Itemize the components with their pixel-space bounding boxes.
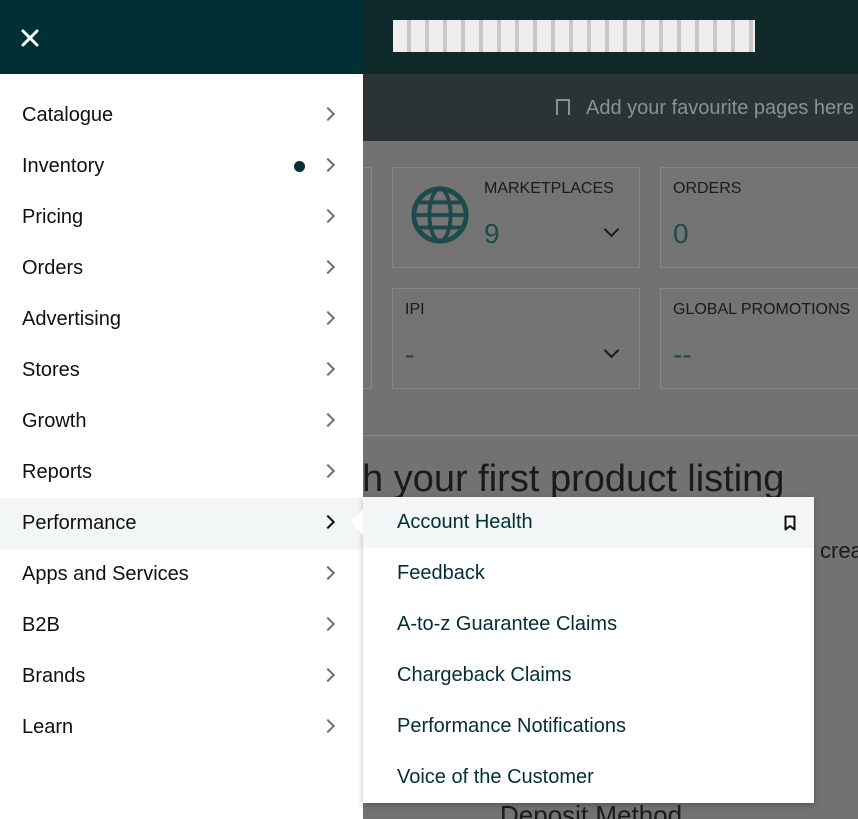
card-label: MARKETPLACES [484, 180, 614, 197]
submenu-item-voice-of-the-customer[interactable]: Voice of the Customer [363, 752, 814, 803]
card-label: GLOBAL PROMOTIONS [673, 301, 851, 318]
chevron-right-icon [320, 157, 336, 173]
chevron-right-icon [320, 514, 336, 530]
menu-item-label: Apps and Services [22, 563, 189, 585]
submenu-item-a-to-z-guarantee-claims[interactable]: A-to-z Guarantee Claims [363, 599, 814, 650]
card-value: 0 [673, 218, 689, 249]
menu-item-orders[interactable]: Orders [0, 243, 363, 294]
menu-item-reports[interactable]: Reports [0, 447, 363, 498]
submenu-item-label: Feedback [397, 562, 485, 584]
chevron-right-icon [320, 718, 336, 734]
card-global-promotions[interactable]: GLOBAL PROMOTIONS -- [660, 288, 858, 389]
menu-item-apps-and-services[interactable]: Apps and Services [0, 549, 363, 600]
submenu-item-label: Voice of the Customer [397, 766, 594, 788]
menu-item-stores[interactable]: Stores [0, 345, 363, 396]
bookmark-icon[interactable] [784, 515, 796, 531]
chevron-down-icon[interactable] [603, 342, 620, 359]
menu-item-label: Catalogue [22, 104, 114, 126]
search-box-redacted [393, 20, 755, 52]
menu-item-growth[interactable]: Growth [0, 396, 363, 447]
submenu-item-chargeback-claims[interactable]: Chargeback Claims [363, 650, 814, 701]
chevron-right-icon [320, 412, 336, 428]
close-icon [21, 29, 39, 47]
menu-item-b2b[interactable]: B2B [0, 600, 363, 651]
chevron-right-icon [320, 310, 336, 326]
chevron-right-icon [320, 259, 336, 275]
chevron-right-icon [320, 361, 336, 377]
submenu-item-label: A-to-z Guarantee Claims [397, 613, 618, 635]
menu-item-label: Orders [22, 257, 84, 279]
menu-item-label: Growth [22, 410, 87, 432]
menu-item-label: Performance [22, 512, 137, 534]
menu-item-brands[interactable]: Brands [0, 651, 363, 702]
menu-item-learn[interactable]: Learn [0, 702, 363, 753]
card-value: -- [673, 339, 692, 370]
navigation-drawer: Catalogue Inventory Pricing Orders Adver… [0, 0, 363, 819]
chevron-right-icon [320, 565, 336, 581]
card-label: IPI [405, 301, 425, 318]
menu-item-label: Reports [22, 461, 93, 483]
card-label: ORDERS [673, 180, 742, 197]
favourites-hint: Add your favourite pages here [556, 97, 854, 120]
menu-item-catalogue[interactable]: Catalogue [0, 90, 363, 141]
chevron-right-icon [320, 616, 336, 632]
chevron-right-icon [320, 463, 336, 479]
menu-item-label: Inventory [22, 155, 105, 177]
submenu-item-performance-notifications[interactable]: Performance Notifications [363, 701, 814, 752]
chevron-right-icon [320, 208, 336, 224]
menu-item-label: Learn [22, 716, 74, 738]
globe-icon [411, 186, 469, 244]
body-text-fragment: crea [820, 538, 858, 563]
card-value: - [405, 339, 415, 370]
menu-item-inventory[interactable]: Inventory [0, 141, 363, 192]
card-orders[interactable]: ORDERS 0 [660, 167, 858, 268]
card-value: 9 [484, 218, 500, 249]
submenu-item-feedback[interactable]: Feedback [363, 548, 814, 599]
drawer-header [0, 0, 363, 74]
menu-item-label: Stores [22, 359, 80, 381]
card-ipi[interactable]: IPI - [392, 288, 640, 389]
card-marketplaces[interactable]: MARKETPLACES 9 [392, 167, 640, 268]
close-button[interactable] [14, 22, 46, 54]
menu-item-advertising[interactable]: Advertising [0, 294, 363, 345]
menu-item-pricing[interactable]: Pricing [0, 192, 363, 243]
performance-submenu: Account Health Feedback A-to-z Guarantee… [350, 497, 814, 803]
menu-item-label: Pricing [22, 206, 84, 228]
nav-menu: Catalogue Inventory Pricing Orders Adver… [0, 74, 363, 753]
menu-item-label: B2B [22, 614, 60, 636]
menu-item-label: Advertising [22, 308, 121, 330]
menu-item-performance[interactable]: Performance [0, 498, 363, 549]
chevron-right-icon [320, 667, 336, 683]
divider [362, 435, 858, 436]
menu-item-label: Brands [22, 665, 86, 687]
submenu-item-label: Performance Notifications [397, 715, 626, 737]
submenu-item-label: Chargeback Claims [397, 664, 572, 686]
submenu-item-account-health[interactable]: Account Health [363, 497, 814, 548]
chevron-down-icon[interactable] [603, 221, 620, 238]
listing-heading: h your first product listing [362, 458, 785, 500]
submenu-item-label: Account Health [397, 511, 533, 533]
notification-dot-icon [294, 161, 305, 172]
chevron-right-icon [320, 106, 336, 122]
bookmark-icon [556, 99, 570, 115]
